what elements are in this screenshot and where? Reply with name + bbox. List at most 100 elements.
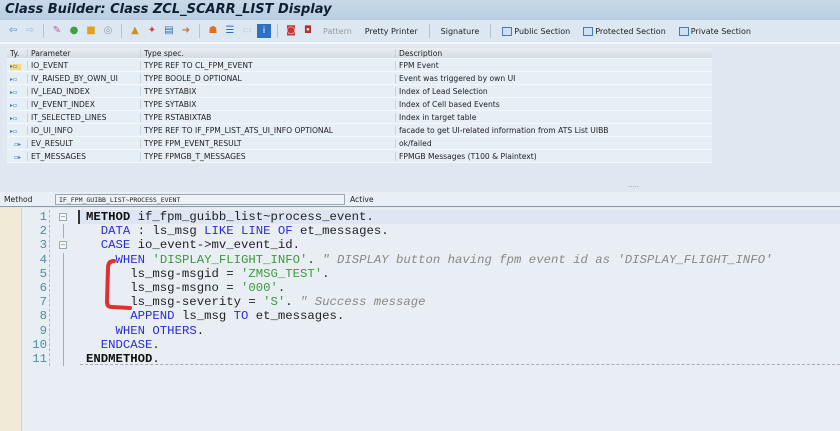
parameter-cell[interactable]: ET_MESSAGES — [27, 151, 140, 161]
column-header-type-spec[interactable]: Type spec. — [140, 48, 395, 58]
type-cell: ▸▫ — [7, 100, 27, 109]
type-spec-cell[interactable]: TYPE REF TO CL_FPM_EVENT — [140, 60, 395, 70]
description-cell[interactable]: ok/failed — [395, 138, 712, 148]
parameter-cell[interactable]: IV_EVENT_INDEX — [27, 99, 140, 109]
splitter-handle[interactable]: ····· — [628, 183, 639, 191]
code-token: METHOD — [86, 210, 131, 224]
table-row[interactable]: ▫▸ ET_MESSAGES TYPE FPMGB_T_MESSAGES FPM… — [7, 150, 712, 163]
column-header-type[interactable]: Ty. — [7, 49, 27, 58]
toolbar-separator — [199, 24, 200, 38]
code-line[interactable]: APPEND ls_msg TO et_messages. — [78, 309, 840, 323]
code-token: LIKE LINE OF — [204, 224, 293, 239]
parameter-cell[interactable]: IT_SELECTED_LINES — [27, 112, 140, 122]
code-line[interactable]: CASE io_event->mv_event_id. — [78, 238, 840, 252]
table-row[interactable]: ▸▫ IV_EVENT_INDEX TYPE SYTABIX Index of … — [7, 98, 712, 111]
fold-marker — [58, 295, 70, 310]
pretty-printer-button[interactable]: Pretty Printer — [360, 27, 423, 36]
code-token: " Success message — [300, 295, 426, 310]
code-line[interactable]: ls_msg-msgid = 'ZMSG_TEST'. — [78, 267, 840, 281]
check-icon[interactable]: ▲ — [128, 24, 142, 38]
display-change-icon[interactable]: ● — [67, 24, 81, 38]
forward-icon[interactable]: ⇨ — [23, 24, 37, 38]
active-inactive-icon[interactable]: ■ — [84, 24, 98, 38]
fold-marker — [58, 351, 70, 367]
where-used-icon[interactable]: ◎ — [101, 24, 115, 38]
fold-marker — [58, 252, 70, 267]
back-icon[interactable]: ⇦ — [6, 24, 20, 38]
code-token: : ls_msg — [130, 224, 205, 239]
activate-icon[interactable]: ✦ — [145, 24, 159, 38]
breakpoint-icon[interactable]: ◙ — [284, 24, 298, 38]
type-cell: ▸▫ — [7, 61, 27, 70]
description-cell[interactable]: facade to get UI-related information fro… — [395, 125, 712, 135]
info-icon[interactable]: i — [257, 24, 271, 38]
collapse-icon[interactable]: − — [59, 213, 67, 221]
table-header: Ty. Parameter Type spec. Description — [7, 48, 712, 59]
type-spec-cell[interactable]: TYPE SYTABIX — [140, 86, 395, 96]
type-spec-cell[interactable]: TYPE REF TO IF_FPM_LIST_ATS_UI_INFO OPTI… — [140, 125, 395, 135]
parameter-cell[interactable]: IV_LEAD_INDEX — [27, 86, 140, 96]
description-cell[interactable]: Event was triggered by own UI — [395, 73, 712, 83]
table-row[interactable]: ▫▸ EV_RESULT TYPE FPM_EVENT_RESULT ok/fa… — [7, 137, 712, 150]
fold-line — [63, 295, 64, 310]
public-section-button[interactable]: Public Section — [497, 26, 575, 36]
test-icon[interactable]: ▤ — [162, 24, 176, 38]
session-breakpoint-icon[interactable]: ◘ — [301, 24, 315, 38]
constructor-icon[interactable]: ☰ — [223, 24, 237, 38]
column-header-parameter[interactable]: Parameter — [27, 48, 140, 58]
table-row[interactable]: ▸▫ IV_RAISED_BY_OWN_UI TYPE BOOLE_D OPTI… — [7, 72, 712, 85]
code-token: DATA — [100, 224, 131, 239]
navigate-icon[interactable]: ➜ — [179, 24, 193, 38]
description-cell[interactable]: Index of Cell based Events — [395, 99, 712, 109]
table-row[interactable]: ▸▫ IT_SELECTED_LINES TYPE RSTABIXTAB Ind… — [7, 111, 712, 124]
code-line[interactable]: DATA : ls_msg LIKE LINE OF et_messages. — [78, 224, 840, 238]
code-line[interactable]: ENDCASE. — [78, 338, 840, 352]
collapse-icon[interactable]: − — [59, 241, 67, 250]
protected-section-label: Protected Section — [595, 26, 666, 36]
type-spec-cell[interactable]: TYPE FPMGB_T_MESSAGES — [140, 151, 395, 161]
code-area[interactable]: METHOD if_fpm_guibb_list~process_event. … — [78, 210, 840, 366]
parameter-cell[interactable]: IO_UI_INFO — [27, 125, 140, 135]
pattern-button[interactable]: Pattern — [318, 27, 357, 36]
protected-section-button[interactable]: Protected Section — [578, 26, 671, 36]
description-cell[interactable]: Index of Lead Selection — [395, 86, 712, 96]
description-cell[interactable]: FPM Event — [395, 60, 712, 70]
description-cell[interactable]: FPMGB Messages (T100 & Plaintext) — [395, 151, 712, 161]
column-header-description[interactable]: Description — [395, 48, 712, 58]
toolbar-separator — [428, 24, 430, 38]
description-cell[interactable]: Index in target table — [395, 112, 712, 122]
type-spec-cell[interactable]: TYPE FPM_EVENT_RESULT — [140, 138, 395, 148]
private-section-button[interactable]: Private Section — [674, 26, 756, 36]
type-spec-cell[interactable]: TYPE BOOLE_D OPTIONAL — [140, 73, 395, 83]
code-token: " DISPLAY button having fpm event id as … — [322, 252, 773, 267]
code-editor[interactable]: 1 2 3 4 5 6 7 8 9 10 11 − − METHOD if_fpm_guibb_lis… — [0, 208, 840, 431]
type-spec-cell[interactable]: TYPE RSTABIXTAB — [140, 112, 395, 122]
code-line[interactable]: METHOD if_fpm_guibb_list~process_event. — [78, 210, 840, 225]
importing-icon: ▸▫ — [10, 127, 18, 135]
parameter-cell[interactable]: EV_RESULT — [27, 138, 140, 148]
code-token: . — [322, 266, 330, 281]
method-name-field[interactable]: IF_FPM_GUIBB_LIST~PROCESS_EVENT — [55, 193, 345, 205]
type-spec-cell[interactable]: TYPE SYTABIX — [140, 99, 395, 109]
table-row[interactable]: ▸▫ IV_LEAD_INDEX TYPE SYTABIX Index of L… — [7, 85, 712, 98]
parameter-cell[interactable]: IO_EVENT — [27, 60, 140, 70]
parameter-cell[interactable]: IV_RAISED_BY_OWN_UI — [27, 73, 140, 83]
fold-marker[interactable]: − — [58, 238, 70, 252]
code-line[interactable]: ls_msg-severity = 'S'. " Success message — [78, 295, 840, 309]
code-line[interactable]: ls_msg-msgno = '000'. — [78, 281, 840, 295]
code-token: et_messages. — [248, 309, 345, 324]
application-toolbar: ⇦ ⇨ ✎ ● ■ ◎ ▲ ✦ ▤ ➜ ☗ ☰ ▭ i ◙ ◘ Pattern … — [0, 20, 840, 44]
fold-markers: − − — [58, 210, 70, 367]
signature-button[interactable]: Signature — [436, 27, 485, 36]
window-title: Class Builder: Class ZCL_SCARR_LIST Disp… — [0, 0, 840, 20]
code-token: . — [277, 280, 286, 295]
table-row[interactable]: ▸▫ IO_UI_INFO TYPE REF TO IF_FPM_LIST_AT… — [7, 124, 712, 137]
code-line[interactable]: WHEN 'DISPLAY_FLIGHT_INFO'. " DISPLAY bu… — [78, 253, 840, 267]
hierarchy-icon[interactable]: ☗ — [206, 24, 220, 38]
table-row[interactable]: ▸▫ IO_EVENT TYPE REF TO CL_FPM_EVENT FPM… — [7, 59, 712, 72]
fold-marker[interactable]: − — [58, 210, 70, 224]
other-object-icon[interactable]: ✎ — [50, 24, 64, 38]
line-number: 9 — [39, 323, 47, 338]
code-line[interactable]: WHEN OTHERS. — [78, 324, 840, 338]
code-token: WHEN OTHERS — [115, 323, 197, 338]
